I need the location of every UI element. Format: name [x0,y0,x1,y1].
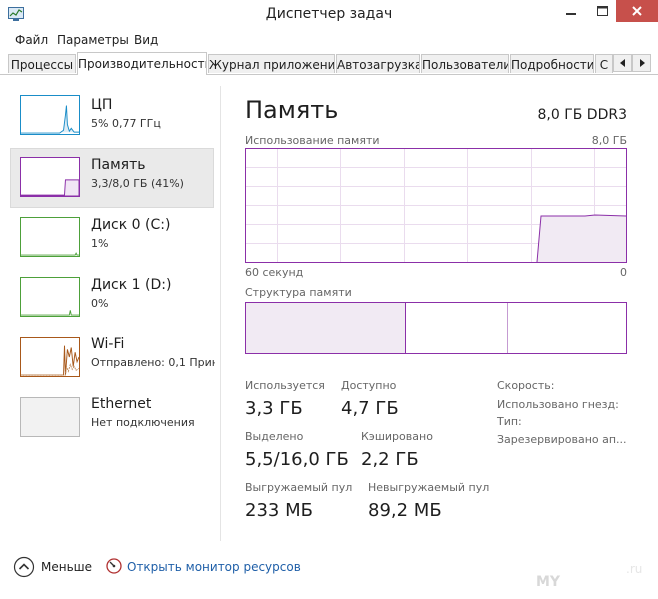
usage-graph-label: Использование памяти [245,134,380,147]
minimize-button[interactable] [556,0,586,22]
used-label: Используется [245,379,325,392]
menu-options[interactable]: Параметры [57,33,129,47]
maximize-button[interactable] [588,0,616,22]
resource-detail: 3,3/8,0 ГБ (41%) [91,177,184,190]
tab-app-history[interactable]: Журнал приложений [208,54,335,73]
resource-name: Ethernet [91,396,152,412]
resource-detail: Нет подключения [91,416,195,429]
available-label: Доступно [341,379,397,392]
tab-scroll-left-button[interactable] [613,54,632,72]
title-bar: Диспетчер задач [0,0,658,30]
tab-scroll-right-button[interactable] [632,54,651,72]
paged-pool-label: Выгружаемый пул [245,481,353,494]
maximize-icon [596,6,608,16]
paged-pool-value: 233 МБ [245,500,313,521]
open-resource-monitor-link[interactable]: Открыть монитор ресурсов [127,560,301,574]
resource-item-memory[interactable]: Память 3,3/8,0 ГБ (41%) [10,148,214,208]
memory-usage-graph [245,148,627,263]
resource-item-cpu[interactable]: ЦП 5% 0,77 ГГц [10,90,214,150]
tab-strip: Процессы Производительность Журнал прило… [0,52,658,75]
fewer-details-button[interactable] [13,556,35,578]
resource-detail: 0% [91,297,109,310]
memory-spec: 8,0 ГБ DDR3 [537,107,627,123]
committed-label: Выделено [245,430,304,443]
resource-detail: 5% 0,77 ГГц [91,117,161,130]
resource-item-disk-1[interactable]: Диск 1 (D:) 0% [10,270,214,330]
committed-value: 5,5/16,0 ГБ [245,449,349,470]
hardware-reserved-label: Зарезервировано ап... [497,433,627,446]
memory-thumbnail-graph [20,157,80,197]
resource-list: ЦП 5% 0,77 ГГц Память 3,3/8,0 ГБ (41%) Д… [10,86,221,541]
resource-item-wifi[interactable]: Wi-Fi Отправлено: 0,1 Приня [10,330,215,390]
tab-users[interactable]: Пользователи [421,54,509,73]
resource-name: Диск 1 (D:) [91,277,172,293]
memory-structure-bar [245,302,627,354]
tab-details[interactable]: Подробности [510,54,594,73]
tab-performance[interactable]: Производительность [77,52,207,75]
resource-name: Wi-Fi [91,336,125,352]
tab-processes[interactable]: Процессы [8,54,76,73]
tab-services[interactable]: С [595,54,613,73]
resource-detail: Отправлено: 0,1 Приня [91,356,215,369]
tab-startup[interactable]: Автозагрузка [336,54,420,73]
form-factor-label: Тип: [497,415,522,428]
available-value: 4,7 ГБ [341,398,399,419]
disk-1-thumbnail-graph [20,277,80,317]
close-button[interactable] [616,0,658,22]
resource-name: Диск 0 (C:) [91,217,171,233]
cached-value: 2,2 ГБ [361,449,419,470]
menu-file[interactable]: Файл [15,33,48,47]
page-title: Память [245,96,339,124]
nonpaged-pool-value: 89,2 МБ [368,500,442,521]
disk-0-thumbnail-graph [20,217,80,257]
watermark-domain: .ru [626,562,643,576]
nonpaged-pool-label: Невыгружаемый пул [368,481,490,494]
resource-item-disk-0[interactable]: Диск 0 (C:) 1% [10,210,214,270]
resource-name: ЦП [91,97,113,113]
time-axis-right: 0 [620,266,627,279]
ethernet-thumbnail-graph [20,397,80,437]
wifi-thumbnail-graph [20,337,80,377]
resource-item-ethernet[interactable]: Ethernet Нет подключения [10,390,214,450]
cached-label: Кэшировано [361,430,433,443]
arrow-left-icon [619,59,625,67]
usage-graph-max: 8,0 ГБ [591,134,627,147]
menu-view[interactable]: Вид [134,33,158,47]
resource-detail: 1% [91,237,109,250]
cpu-thumbnail-graph [20,95,80,135]
structure-label: Структура памяти [245,286,352,299]
minimize-icon [566,13,576,15]
tab-scroll-buttons [613,54,653,72]
used-value: 3,3 ГБ [245,398,303,419]
resource-monitor-icon[interactable] [106,558,122,574]
speed-label: Скорость: [497,379,555,392]
menu-bar: Файл Параметры Вид [0,30,658,50]
close-icon [632,6,642,16]
arrow-right-icon [639,59,645,67]
resource-name: Память [91,157,146,173]
fewer-details-label[interactable]: Меньше [41,560,92,574]
watermark: MY [536,574,561,590]
time-axis-left: 60 секунд [245,266,304,279]
slots-used-label: Использовано гнезд: [497,398,619,411]
